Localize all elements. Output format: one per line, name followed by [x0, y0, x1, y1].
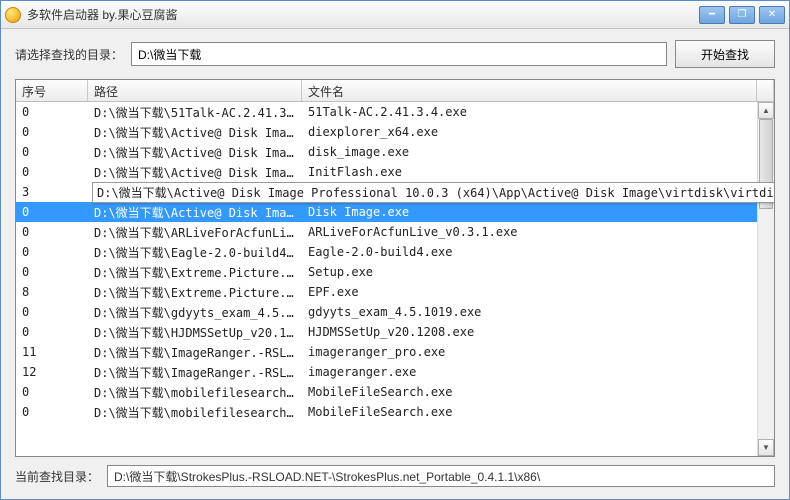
- results-table: 序号 路径 文件名 0D:\微当下载\51Talk-AC.2.41.3...51…: [15, 79, 775, 457]
- cell-path: D:\微当下载\Active@ Disk Imag...: [88, 122, 302, 143]
- header-scrollbar-gap: [757, 80, 774, 101]
- status-row: 当前查找目录： D:\微当下载\StrokesPlus.-RSLOAD.NET-…: [15, 463, 775, 489]
- cell-seq: 8: [16, 283, 88, 301]
- vertical-scrollbar[interactable]: ▲ ▼: [757, 102, 774, 456]
- cell-path: D:\微当下载\Extreme.Picture.F...: [88, 262, 302, 283]
- status-value: D:\微当下载\StrokesPlus.-RSLOAD.NET-\Strokes…: [107, 465, 775, 487]
- cell-seq: 0: [16, 243, 88, 261]
- window-buttons: ━ ❐ ✕: [699, 6, 785, 24]
- cell-seq: 0: [16, 303, 88, 321]
- table-row[interactable]: 8D:\微当下载\Extreme.Picture.F...EPF.exe: [16, 282, 774, 302]
- cell-seq: 0: [16, 223, 88, 241]
- table-row[interactable]: 0D:\微当下载\HJDMSSetUp_v20.12...HJDMSSetUp_…: [16, 322, 774, 342]
- cell-seq: 3: [16, 183, 88, 201]
- table-row[interactable]: 11D:\微当下载\ImageRanger.-RSLO...imagerange…: [16, 342, 774, 362]
- cell-path: D:\微当下载\ImageRanger.-RSLO...: [88, 342, 302, 363]
- cell-path: D:\微当下载\mobilefilesearch-...: [88, 402, 302, 423]
- table-row[interactable]: 0D:\微当下载\gdyyts_exam_4.5.1...gdyyts_exam…: [16, 302, 774, 322]
- header-path[interactable]: 路径: [88, 80, 302, 101]
- cell-seq: 0: [16, 383, 88, 401]
- cell-file: MobileFileSearch.exe: [302, 403, 774, 421]
- cell-file: Eagle-2.0-build4.exe: [302, 243, 774, 261]
- table-row[interactable]: 0D:\微当下载\Eagle-2.0-build4.exeEagle-2.0-b…: [16, 242, 774, 262]
- cell-path: D:\微当下载\ImageRanger.-RSLO...: [88, 362, 302, 383]
- cell-seq: 0: [16, 123, 88, 141]
- cell-path: D:\微当下载\mobilefilesearch-...: [88, 382, 302, 403]
- close-button[interactable]: ✕: [759, 6, 785, 24]
- table-row[interactable]: 0D:\微当下载\Extreme.Picture.F...Setup.exe: [16, 262, 774, 282]
- table-row[interactable]: 0D:\微当下载\Active@ Disk Imag...diexplorer_…: [16, 122, 774, 142]
- cell-path: D:\微当下载\HJDMSSetUp_v20.12...: [88, 322, 302, 343]
- minimize-button[interactable]: ━: [699, 6, 725, 24]
- directory-input[interactable]: [131, 42, 667, 66]
- scroll-up-icon[interactable]: ▲: [758, 102, 774, 119]
- cell-file: imageranger.exe: [302, 363, 774, 381]
- cell-seq: 0: [16, 403, 88, 421]
- cell-file: HJDMSSetUp_v20.1208.exe: [302, 323, 774, 341]
- table-row[interactable]: 0D:\微当下载\51Talk-AC.2.41.3...51Talk-AC.2.…: [16, 102, 774, 122]
- cell-seq: 11: [16, 343, 88, 361]
- cell-path: D:\微当下载\gdyyts_exam_4.5.1...: [88, 302, 302, 323]
- search-row: 请选择查找的目录： 开始查找: [1, 29, 789, 79]
- cell-seq: 0: [16, 103, 88, 121]
- cell-file: imageranger_pro.exe: [302, 343, 774, 361]
- table-row[interactable]: 0D:\微当下载\Active@ Disk Imag...Disk Image.…: [16, 202, 774, 222]
- cell-path: D:\微当下载\51Talk-AC.2.41.3...: [88, 102, 302, 123]
- header-file[interactable]: 文件名: [302, 80, 757, 101]
- cell-file: InitFlash.exe: [302, 163, 774, 181]
- table-row[interactable]: 3D:\微当下载\Active@ Disk Image Professional…: [16, 182, 774, 202]
- cell-seq: 0: [16, 143, 88, 161]
- app-window: 多软件启动器 by.果心豆腐酱 ━ ❐ ✕ 请选择查找的目录： 开始查找 序号 …: [0, 0, 790, 500]
- cell-file: EPF.exe: [302, 283, 774, 301]
- table-row[interactable]: 0D:\微当下载\mobilefilesearch-...MobileFileS…: [16, 402, 774, 422]
- app-icon: [5, 7, 21, 23]
- cell-file: disk_image.exe: [302, 143, 774, 161]
- table-header: 序号 路径 文件名: [16, 80, 774, 102]
- cell-seq: 0: [16, 163, 88, 181]
- cell-file: Setup.exe: [302, 263, 774, 281]
- cell-path: D:\微当下载\Eagle-2.0-build4.exe: [88, 242, 302, 263]
- cell-file: MobileFileSearch.exe: [302, 383, 774, 401]
- cell-file: ARLiveForAcfunLive_v0.3.1.exe: [302, 223, 774, 241]
- table-row[interactable]: 0D:\微当下载\Active@ Disk Imag...InitFlash.e…: [16, 162, 774, 182]
- table-body: 0D:\微当下载\51Talk-AC.2.41.3...51Talk-AC.2.…: [16, 102, 774, 456]
- cell-path: D:\微当下载\Active@ Disk Imag...: [88, 142, 302, 163]
- cell-path: D:\微当下载\ARLiveForAcfunLiv...: [88, 222, 302, 243]
- search-button[interactable]: 开始查找: [675, 40, 775, 68]
- header-seq[interactable]: 序号: [16, 80, 88, 101]
- cell-seq: 0: [16, 263, 88, 281]
- cell-seq: 12: [16, 363, 88, 381]
- search-label: 请选择查找的目录：: [15, 46, 123, 63]
- cell-file: Disk Image.exe: [302, 203, 774, 221]
- window-title: 多软件启动器 by.果心豆腐酱: [27, 6, 699, 23]
- table-row[interactable]: 12D:\微当下载\ImageRanger.-RSLO...imagerange…: [16, 362, 774, 382]
- cell-seq: 0: [16, 323, 88, 341]
- cell-path: D:\微当下载\Active@ Disk Imag...: [88, 162, 302, 183]
- scroll-down-icon[interactable]: ▼: [758, 439, 774, 456]
- titlebar: 多软件启动器 by.果心豆腐酱 ━ ❐ ✕: [1, 1, 789, 29]
- path-tooltip: D:\微当下载\Active@ Disk Image Professional …: [92, 182, 774, 203]
- status-label: 当前查找目录：: [15, 468, 99, 485]
- cell-file: gdyyts_exam_4.5.1019.exe: [302, 303, 774, 321]
- cell-path: D:\微当下载\Active@ Disk Imag...: [88, 202, 302, 223]
- cell-file: diexplorer_x64.exe: [302, 123, 774, 141]
- table-row[interactable]: 0D:\微当下载\Active@ Disk Imag...disk_image.…: [16, 142, 774, 162]
- cell-path: D:\微当下载\Extreme.Picture.F...: [88, 282, 302, 303]
- table-row[interactable]: 0D:\微当下载\mobilefilesearch-...MobileFileS…: [16, 382, 774, 402]
- table-row[interactable]: 0D:\微当下载\ARLiveForAcfunLiv...ARLiveForAc…: [16, 222, 774, 242]
- cell-seq: 0: [16, 203, 88, 221]
- cell-file: 51Talk-AC.2.41.3.4.exe: [302, 103, 774, 121]
- maximize-button[interactable]: ❐: [729, 6, 755, 24]
